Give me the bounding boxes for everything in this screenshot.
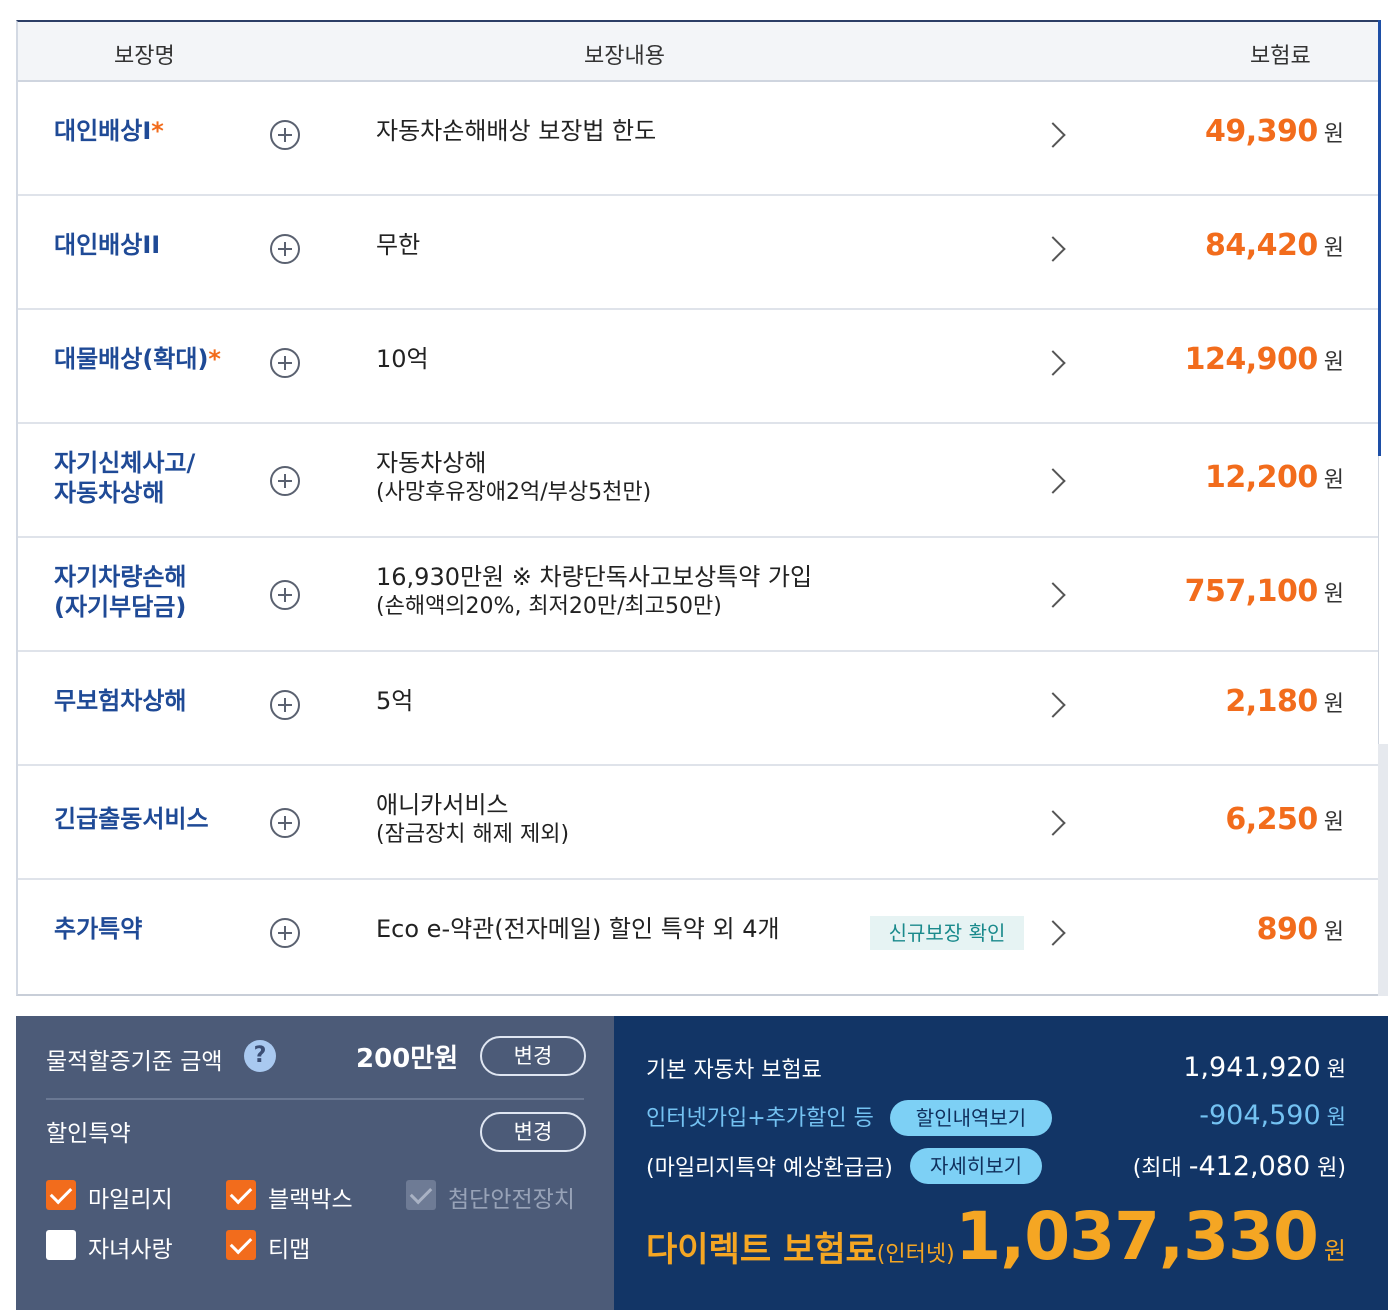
coverage-name: 대인배상II [54, 231, 161, 259]
discount-label: 인터넷가입+추가할인 등 [646, 1106, 874, 1131]
table-row: 대물배상(확대)* 10억 124,900 원 [18, 310, 1378, 424]
threshold-value: 200만원 [356, 1044, 459, 1074]
table-row: 추가특약 Eco e-약관(전자메일) 할인 특약 외 4개 신규보장 확인 8… [18, 880, 1378, 994]
premium-amount: 890 원 [1256, 912, 1344, 947]
safety-device-label: 첨단안전장치 [448, 1187, 575, 1213]
coverage-content: 애니카서비스 (잠금장치 해제 제외) [376, 791, 570, 847]
expand-plus-icon[interactable] [270, 466, 300, 496]
discount-label: 할인특약 [46, 1121, 131, 1147]
blackbox-label: 블랙박스 [268, 1187, 353, 1213]
required-star: * [208, 345, 221, 373]
expand-plus-icon[interactable] [270, 348, 300, 378]
required-star: * [151, 117, 164, 145]
header-coverage-content: 보장내용 [584, 44, 665, 69]
discount-change-button[interactable]: 변경 [480, 1112, 586, 1152]
threshold-label: 물적할증기준 금액 [46, 1049, 223, 1075]
table-row: 무보험차상해 5억 2,180 원 [18, 652, 1378, 766]
mileage-checkbox[interactable] [46, 1180, 76, 1210]
expand-plus-icon[interactable] [270, 580, 300, 610]
direct-premium-value: 1,037,330 원 [955, 1198, 1346, 1275]
direct-premium-label: 다이렉트 보험료(인터넷) [646, 1230, 955, 1270]
expand-plus-icon[interactable] [270, 690, 300, 720]
table-row: 자기신체사고/자동차상해 자동차상해 (사망후유장애2억/부상5천만) 12,20… [18, 424, 1378, 538]
coverage-name: 자기신체사고/자동차상해 [54, 449, 196, 507]
expand-plus-icon[interactable] [270, 234, 300, 264]
header-premium: 보험료 [1250, 44, 1311, 69]
coverage-content: 무한 [376, 231, 421, 259]
tmap-checkbox[interactable] [226, 1230, 256, 1260]
coverage-content: 자동차상해 (사망후유장애2억/부상5천만) [376, 449, 652, 505]
scrollbar-track [1378, 456, 1379, 761]
coverage-name: 무보험차상해 [54, 687, 187, 715]
divider [46, 1098, 584, 1100]
coverage-name: 추가특약 [54, 915, 143, 943]
help-icon[interactable]: ? [244, 1040, 276, 1072]
table-row: 대인배상I* 자동차손해배상 보장법 한도 49,390 원 [18, 82, 1378, 196]
child-love-checkbox[interactable] [46, 1230, 76, 1260]
coverage-table: 보장명 보장내용 보험료 대인배상I* 자동차손해배상 보장법 한도 49,39… [16, 20, 1378, 996]
expand-plus-icon[interactable] [270, 120, 300, 150]
child-love-label: 자녀사랑 [88, 1237, 173, 1263]
mileage-label: 마일리지 [88, 1187, 173, 1213]
chevron-right-icon[interactable] [1040, 350, 1066, 376]
safety-device-checkbox [406, 1180, 436, 1210]
chevron-right-icon[interactable] [1040, 582, 1066, 608]
table-row: 대인배상II 무한 84,420 원 [18, 196, 1378, 310]
table-row: 자기차량손해 (자기부담금) 16,930만원 ※ 차량단독사고보상특약 가입 (손… [18, 538, 1378, 652]
blackbox-checkbox[interactable] [226, 1180, 256, 1210]
scrollbar-thumb[interactable] [1378, 20, 1381, 456]
scrollbar-track-lower [1378, 744, 1388, 996]
refund-detail-button[interactable]: 자세히보기 [910, 1148, 1042, 1184]
premium-amount: 49,390 원 [1204, 114, 1344, 149]
coverage-content: 5억 [376, 687, 414, 715]
chevron-right-icon[interactable] [1040, 122, 1066, 148]
chevron-right-icon[interactable] [1040, 236, 1066, 262]
refund-value: (최대 -412,080 원) [1132, 1151, 1346, 1182]
chevron-right-icon[interactable] [1040, 692, 1066, 718]
table-header: 보장명 보장내용 보험료 [18, 22, 1378, 82]
coverage-content: 16,930만원 ※ 차량단독사고보상특약 가입 (손해액의20%, 최저20만/… [376, 563, 813, 619]
expand-plus-icon[interactable] [270, 918, 300, 948]
premium-amount: 2,180 원 [1225, 684, 1344, 719]
discount-value: -904,590 원 [1199, 1100, 1346, 1131]
premium-amount: 6,250 원 [1225, 802, 1344, 837]
premium-amount: 124,900 원 [1184, 342, 1344, 377]
table-row: 긴급출동서비스 애니카서비스 (잠금장치 해제 제외) 6,250 원 [18, 766, 1378, 880]
premium-amount: 12,200 원 [1204, 460, 1344, 495]
coverage-content: 자동차손해배상 보장법 한도 [376, 117, 657, 145]
discount-settings-panel: 물적할증기준 금액 ? 200만원 변경 할인특약 변경 마일리지 블랙박스 첨… [16, 1016, 614, 1310]
tmap-label: 티맵 [268, 1237, 311, 1263]
chevron-right-icon[interactable] [1040, 468, 1066, 494]
coverage-content: 10억 [376, 345, 429, 373]
coverage-name: 자기차량손해 (자기부담금) [54, 563, 187, 621]
base-premium-value: 1,941,920 원 [1183, 1052, 1346, 1083]
premium-amount: 84,420 원 [1204, 228, 1344, 263]
coverage-content: Eco e-약관(전자메일) 할인 특약 외 4개 [376, 915, 780, 943]
premium-amount: 757,100 원 [1184, 574, 1344, 609]
new-coverage-check-button[interactable]: 신규보장 확인 [870, 916, 1024, 950]
coverage-name: 대인배상I* [54, 117, 164, 145]
coverage-name: 긴급출동서비스 [54, 805, 209, 833]
coverage-name: 대물배상(확대)* [54, 345, 221, 373]
discount-detail-button[interactable]: 할인내역보기 [890, 1100, 1052, 1136]
base-premium-label: 기본 자동차 보험료 [646, 1058, 822, 1083]
premium-summary-panel: 기본 자동차 보험료 1,941,920 원 인터넷가입+추가할인 등 할인내역보… [614, 1016, 1388, 1310]
scrollbar[interactable] [1378, 20, 1388, 996]
chevron-right-icon[interactable] [1040, 920, 1066, 946]
mileage-refund-label: (마일리지특약 예상환급금) [646, 1156, 893, 1181]
expand-plus-icon[interactable] [270, 808, 300, 838]
chevron-right-icon[interactable] [1040, 810, 1066, 836]
threshold-change-button[interactable]: 변경 [480, 1036, 586, 1076]
header-coverage-name: 보장명 [114, 44, 175, 69]
